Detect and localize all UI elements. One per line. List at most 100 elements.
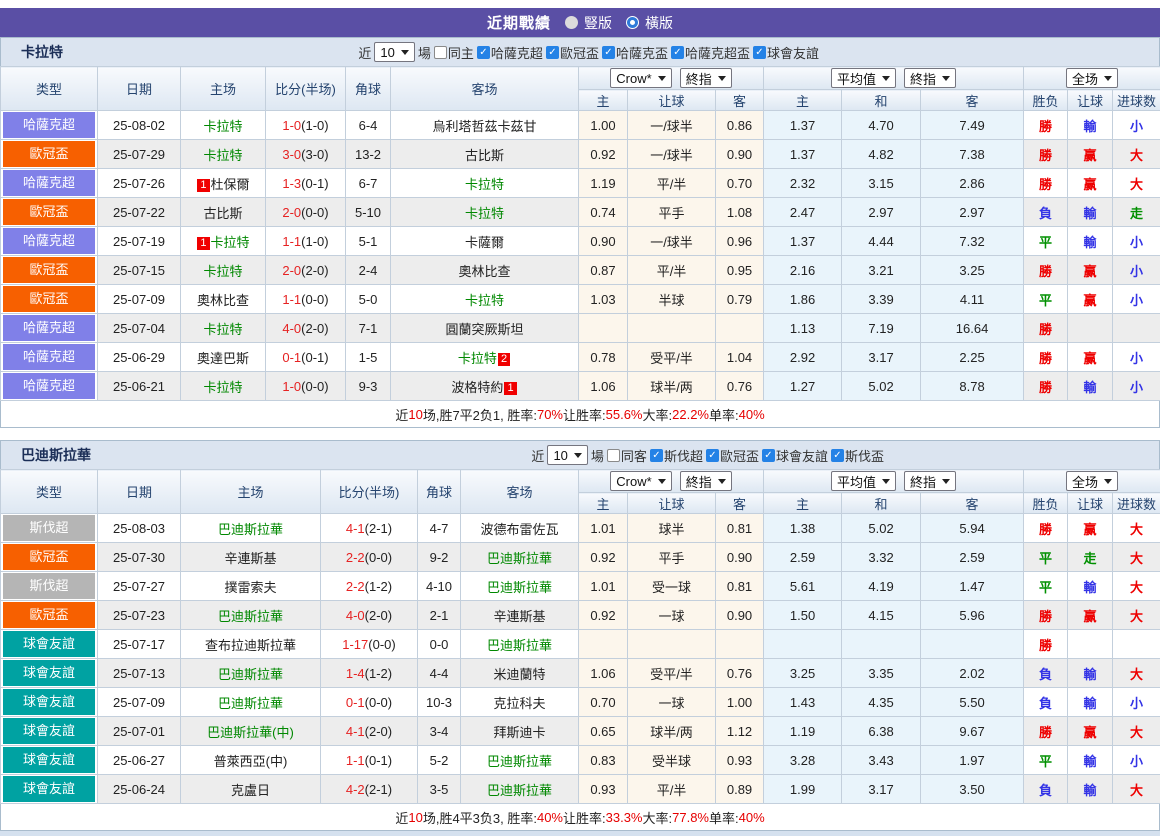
same-venue-checkbox[interactable] — [607, 449, 620, 462]
home-team-name[interactable]: 辛連斯基 — [224, 551, 276, 566]
league-checkbox[interactable]: ✓ — [546, 46, 559, 59]
home-team-name[interactable]: 卡拉特 — [203, 264, 242, 279]
league-badge: 球會友誼 — [3, 689, 95, 715]
away-team-name[interactable]: 烏利塔哲茲卡茲甘 — [432, 119, 536, 134]
avg-odds-select[interactable]: 平均值 — [831, 471, 896, 491]
full-match-select[interactable]: 全场 — [1066, 68, 1118, 88]
away-team-name[interactable]: 巴迪斯拉華 — [487, 638, 552, 653]
recent-games-select[interactable]: 10 — [547, 445, 587, 465]
league-checkbox[interactable]: ✓ — [477, 46, 490, 59]
league-filter[interactable]: ✓斯伐超 — [650, 446, 703, 465]
full-match-select[interactable]: 全场 — [1066, 471, 1118, 491]
home-team-name[interactable]: 巴迪斯拉華 — [218, 522, 283, 537]
home-team-name[interactable]: 杜保爾 — [211, 177, 250, 192]
result-text: 大 — [1130, 609, 1143, 624]
away-team-name[interactable]: 巴迪斯拉華 — [487, 580, 552, 595]
league-checkbox[interactable]: ✓ — [753, 46, 766, 59]
league-type-cell: 哈薩克超 — [1, 343, 98, 372]
away-team-name[interactable]: 辛連斯基 — [493, 609, 545, 624]
home-team-name[interactable]: 巴迪斯拉華 — [218, 667, 283, 682]
away-team-name[interactable]: 波格特約 — [451, 380, 503, 395]
result-goals: 小 — [1113, 688, 1160, 717]
league-filter[interactable]: ✓哈薩克超盃 — [671, 43, 750, 62]
same-venue-filter[interactable]: 同客 — [607, 446, 647, 465]
home-team-cell: 1卡拉特 — [181, 227, 266, 256]
corner-score: 4-4 — [418, 659, 461, 688]
avg-draw-odds: 3.39 — [842, 285, 921, 314]
odds-source-select[interactable]: Crow* — [610, 68, 671, 88]
filter-bar: 卡拉特近10場同主✓哈薩克超✓歐冠盃✓哈薩克盃✓哈薩克超盃✓球會友誼 — [0, 37, 1160, 66]
league-checkbox[interactable]: ✓ — [602, 46, 615, 59]
home-team-name[interactable]: 撲雷索夫 — [224, 580, 276, 595]
same-venue-filter[interactable]: 同主 — [434, 43, 474, 62]
league-checkbox[interactable]: ✓ — [671, 46, 684, 59]
layout-radio-vertical[interactable]: 豎版 — [565, 13, 612, 33]
league-checkbox[interactable]: ✓ — [706, 449, 719, 462]
away-team-name[interactable]: 古比斯 — [465, 148, 504, 163]
asia-away-odds: 1.12 — [716, 717, 764, 746]
corner-score: 5-1 — [346, 227, 391, 256]
radio-horizontal-icon[interactable] — [626, 16, 639, 29]
final-odds-select[interactable]: 終指 — [904, 471, 956, 491]
recent-games-select[interactable]: 10 — [374, 42, 414, 62]
final-odds-select[interactable]: 終指 — [680, 68, 732, 88]
league-filter[interactable]: ✓球會友誼 — [753, 43, 819, 62]
radio-vertical-icon[interactable] — [565, 16, 578, 29]
away-team-cell: 烏利塔哲茲卡茲甘 — [391, 111, 579, 140]
result-text: 小 — [1130, 119, 1143, 134]
league-checkbox[interactable]: ✓ — [650, 449, 663, 462]
league-filter[interactable]: ✓哈薩克超 — [477, 43, 543, 62]
league-checkbox[interactable]: ✓ — [762, 449, 775, 462]
away-team-name[interactable]: 波德布雷佐瓦 — [480, 522, 558, 537]
home-team-name[interactable]: 巴迪斯拉華 — [218, 696, 283, 711]
away-team-name[interactable]: 巴迪斯拉華 — [487, 754, 552, 769]
home-team-name[interactable]: 卡拉特 — [203, 148, 242, 163]
away-team-name[interactable]: 巴迪斯拉華 — [487, 551, 552, 566]
same-venue-checkbox[interactable] — [434, 46, 447, 59]
away-team-name[interactable]: 巴迪斯拉華 — [487, 783, 552, 798]
away-team-name[interactable]: 圓蘭突厥斯坦 — [445, 322, 523, 337]
layout-radio-horizontal[interactable]: 橫版 — [626, 13, 673, 33]
league-filter[interactable]: ✓歐冠盃 — [546, 43, 599, 62]
away-team-name[interactable]: 卡拉特 — [465, 177, 504, 192]
league-filter[interactable]: ✓球會友誼 — [762, 446, 828, 465]
home-team-name[interactable]: 卡拉特 — [203, 380, 242, 395]
away-team-name[interactable]: 米迪蘭特 — [493, 667, 545, 682]
avg-odds-select[interactable]: 平均值 — [831, 68, 896, 88]
asia-odds-header: Crow* 終指 — [579, 470, 764, 493]
away-team-name[interactable]: 卡拉特 — [458, 351, 497, 366]
away-team-name[interactable]: 卡薩爾 — [465, 235, 504, 250]
final-odds-select[interactable]: 終指 — [904, 68, 956, 88]
home-team-name[interactable]: 巴迪斯拉華(中) — [207, 725, 294, 740]
away-team-name[interactable]: 克拉科夫 — [493, 696, 545, 711]
home-team-name[interactable]: 克盧日 — [231, 783, 270, 798]
result-winloss: 勝 — [1024, 372, 1068, 401]
away-team-name[interactable]: 拜斯迪卡 — [493, 725, 545, 740]
home-team-name[interactable]: 奧林比查 — [197, 293, 249, 308]
home-team-name[interactable]: 卡拉特 — [203, 119, 242, 134]
odds-source-select[interactable]: Crow* — [610, 471, 671, 491]
final-odds-select[interactable]: 終指 — [680, 471, 732, 491]
home-team-name[interactable]: 奧達巴斯 — [197, 351, 249, 366]
avg-away-odds: 4.11 — [921, 285, 1024, 314]
result-text: 負 — [1039, 783, 1052, 798]
summary-segment: 40% — [739, 810, 765, 825]
league-checkbox[interactable]: ✓ — [831, 449, 844, 462]
league-filter[interactable]: ✓斯伐盃 — [831, 446, 884, 465]
away-team-name[interactable]: 奧林比查 — [458, 264, 510, 279]
result-winloss: 平 — [1024, 285, 1068, 314]
league-checkbox-label: 歐冠盃 — [560, 43, 599, 62]
home-team-name[interactable]: 卡拉特 — [211, 235, 250, 250]
home-team-name[interactable]: 查布拉迪斯拉華 — [205, 638, 296, 653]
away-team-name[interactable]: 卡拉特 — [465, 206, 504, 221]
home-team-name[interactable]: 古比斯 — [203, 206, 242, 221]
home-team-name[interactable]: 普萊西亞(中) — [214, 754, 288, 769]
home-team-name[interactable]: 卡拉特 — [203, 322, 242, 337]
league-filter[interactable]: ✓歐冠盃 — [706, 446, 759, 465]
away-team-name[interactable]: 卡拉特 — [465, 293, 504, 308]
avg-draw-odds: 4.15 — [842, 601, 921, 630]
home-team-name[interactable]: 巴迪斯拉華 — [218, 609, 283, 624]
halftime-score: (0-1) — [301, 350, 328, 365]
league-filter[interactable]: ✓哈薩克盃 — [602, 43, 668, 62]
match-row: 哈薩克超25-06-21卡拉特1-0(0-0)9-3波格特約11.06球半/两0… — [1, 372, 1160, 401]
